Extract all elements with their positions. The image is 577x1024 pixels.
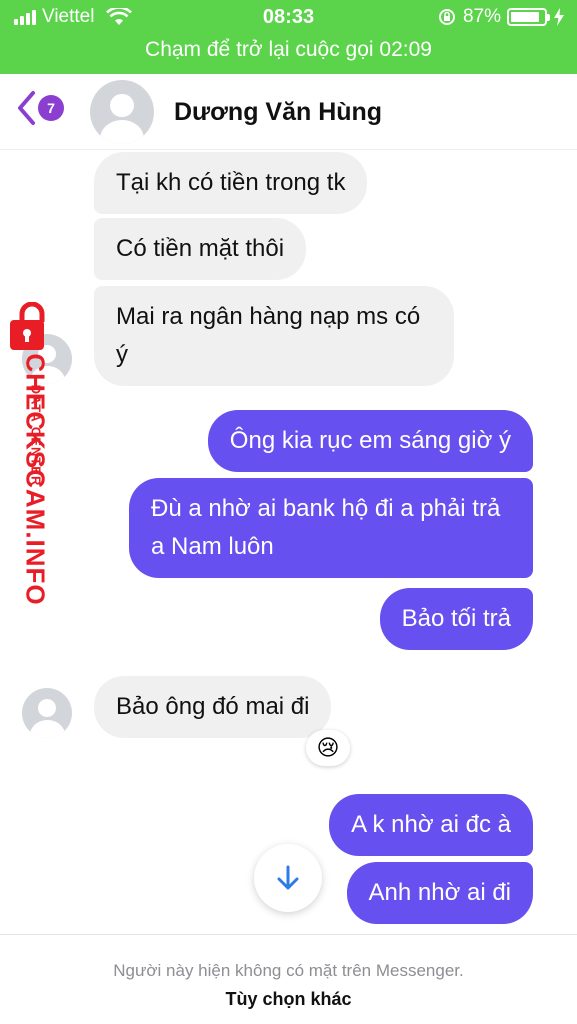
rotation-lock-icon xyxy=(438,9,455,25)
message-bubble-incoming[interactable]: Bảo ông đó mai đi xyxy=(94,676,332,738)
scroll-to-bottom-button[interactable] xyxy=(254,844,322,912)
return-to-call-banner[interactable]: Chạm để trở lại cuộc gọi 02:09 xyxy=(0,38,577,62)
arrow-down-icon xyxy=(277,865,299,890)
back-button[interactable]: 7 xyxy=(16,90,64,126)
conversation-header: 7 Dương Văn Hùng xyxy=(0,74,577,150)
sender-avatar[interactable] xyxy=(22,688,72,738)
crying-reaction-icon[interactable]: 😢 xyxy=(306,730,350,766)
message-bubble-incoming[interactable]: Mai ra ngân hàng nạp ms có ý xyxy=(94,286,454,386)
charging-bolt-icon xyxy=(554,8,564,26)
message-bubble-outgoing[interactable]: Bảo tối trả xyxy=(379,588,533,650)
message-bubble-incoming[interactable]: Tại kh có tiền trong tk xyxy=(94,152,368,214)
battery-icon xyxy=(507,8,550,26)
unread-count-badge: 7 xyxy=(38,95,64,121)
composer-footer: Người này hiện không có mặt trên Messeng… xyxy=(0,934,577,1024)
message-bubble-incoming[interactable]: Có tiền mặt thôi xyxy=(94,218,307,280)
watermark-title: CHECKSCAM.INFO xyxy=(20,353,51,606)
contact-avatar[interactable] xyxy=(90,80,154,144)
message-bubble-outgoing[interactable]: A k nhờ ai đc à xyxy=(329,794,533,856)
contact-name[interactable]: Dương Văn Hùng xyxy=(174,98,382,127)
battery-percent: 87% xyxy=(462,6,501,27)
status-bar: Viettel 08:33 87% Chạm để trở lại cuộc g… xyxy=(0,0,577,74)
message-bubble-outgoing[interactable]: Đù a nhờ ai bank hộ đi a phải trả a Nam … xyxy=(129,478,533,578)
more-options-link[interactable]: Tùy chọn khác xyxy=(0,989,577,1010)
availability-notice: Người này hiện không có mặt trên Messeng… xyxy=(113,961,464,980)
watermark: DATA CENTER CHECKSCAM.INFO xyxy=(4,302,64,606)
message-bubble-outgoing[interactable]: Ông kia rục em sáng giờ ý xyxy=(207,410,533,472)
battery-group: 87% xyxy=(437,6,565,28)
message-bubble-outgoing[interactable]: Anh nhờ ai đi xyxy=(346,862,533,924)
chevron-left-icon xyxy=(18,91,35,125)
